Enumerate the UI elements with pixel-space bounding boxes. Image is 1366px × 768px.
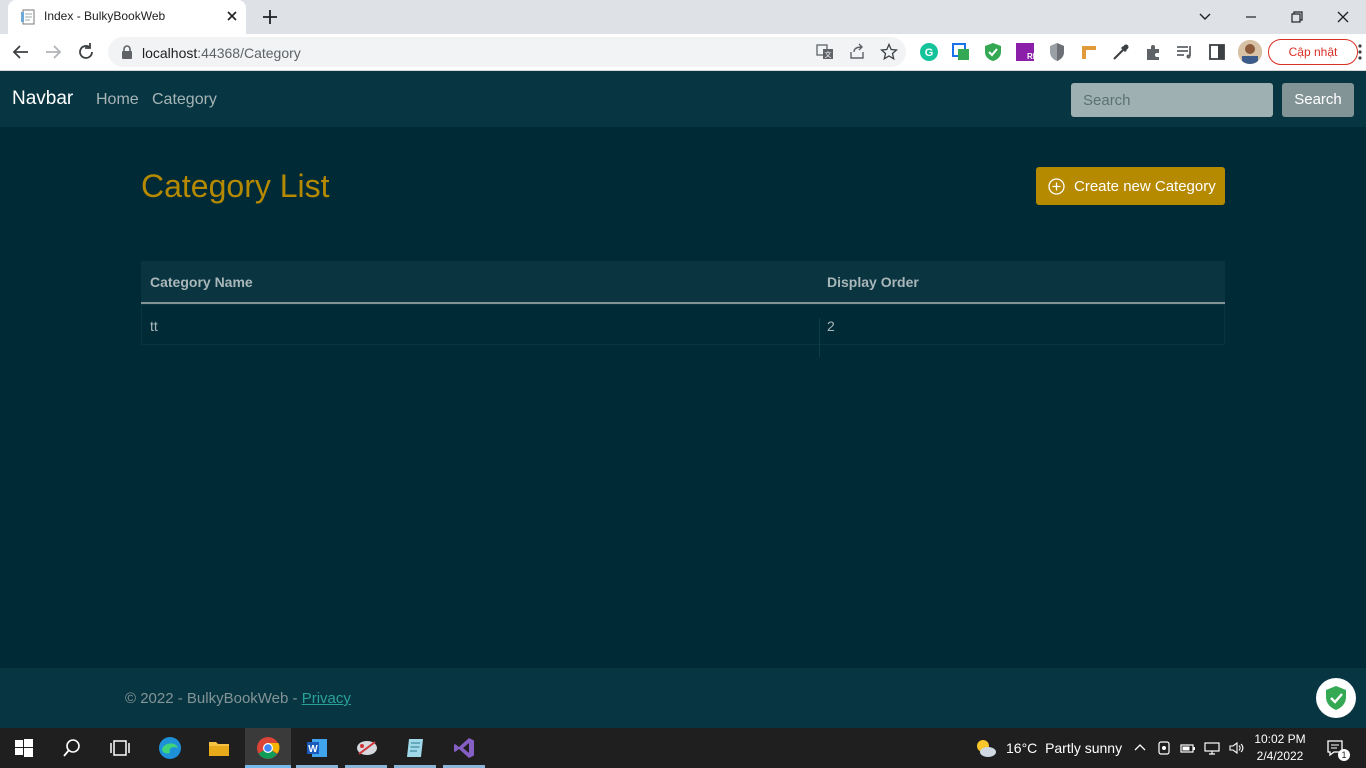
network-icon[interactable]: [1204, 740, 1220, 756]
grammarly-icon[interactable]: G: [919, 42, 939, 62]
svg-text:W: W: [308, 744, 318, 755]
eyedropper-icon[interactable]: [1111, 42, 1131, 62]
table-row: tt 2: [141, 304, 1225, 357]
clock-date: 2/4/2022: [1256, 749, 1304, 763]
weather-condition: Partly sunny: [1045, 740, 1123, 756]
temperature: 16°C: [1006, 740, 1038, 756]
notes-app-icon[interactable]: [403, 736, 427, 760]
url-text[interactable]: localhost:44368/Category: [142, 45, 301, 61]
minimize-icon[interactable]: [1240, 6, 1262, 28]
media-queue-icon[interactable]: [1175, 42, 1195, 62]
tab-title: Index - BulkyBookWeb: [44, 9, 166, 23]
share-icon[interactable]: [848, 43, 866, 61]
browser-toolbar: localhost:44368/Category 文 G RP: [0, 34, 1366, 71]
close-window-icon[interactable]: [1332, 6, 1354, 28]
page-icon: [21, 9, 35, 25]
chevron-up-icon[interactable]: [1132, 740, 1148, 756]
search-icon[interactable]: [60, 736, 84, 760]
create-category-label: Create new Category: [1074, 178, 1216, 195]
new-tab-icon[interactable]: [260, 7, 280, 27]
windows-taskbar: W 16°C Partly sunny 10:02 PM 2/4/2022 1: [0, 728, 1366, 768]
chrome-icon[interactable]: [256, 736, 280, 760]
translate-icon[interactable]: 文: [816, 43, 834, 61]
weather-text[interactable]: 16°C Partly sunny: [1006, 740, 1122, 756]
create-category-button[interactable]: Create new Category: [1036, 167, 1225, 205]
search-input[interactable]: [1071, 83, 1273, 117]
edge-browser-icon[interactable]: [158, 736, 182, 760]
ruler-extension-icon[interactable]: [1079, 42, 1099, 62]
back-icon[interactable]: [10, 41, 32, 63]
extensions-puzzle-icon[interactable]: [1143, 42, 1163, 62]
navbar-brand[interactable]: Navbar: [12, 88, 73, 110]
plus-circle-icon: [1048, 178, 1065, 195]
restore-icon[interactable]: [1286, 6, 1308, 28]
privacy-link[interactable]: Privacy: [302, 690, 351, 707]
site-footer: © 2022 - BulkyBookWeb - Privacy: [0, 668, 1366, 728]
bookmark-star-icon[interactable]: [880, 43, 898, 61]
close-tab-icon[interactable]: [224, 8, 240, 24]
word-icon[interactable]: W: [305, 736, 329, 760]
page-title: Category List: [141, 168, 330, 204]
column-header-category-name: Category Name: [150, 274, 253, 290]
site-navbar: Navbar Home Category Search: [0, 71, 1366, 127]
shield-extension-icon[interactable]: [983, 42, 1003, 62]
table-header: Category Name Display Order: [141, 261, 1225, 302]
weather-partly-sunny-icon[interactable]: [974, 736, 998, 760]
forward-icon[interactable]: [42, 41, 64, 63]
rp-extension-icon[interactable]: RP: [1015, 42, 1035, 62]
visual-studio-icon[interactable]: [452, 736, 476, 760]
profile-avatar[interactable]: [1238, 40, 1262, 64]
browser-tabstrip: Index - BulkyBookWeb: [0, 0, 1366, 34]
svg-text:G: G: [925, 47, 934, 59]
browser-tab-active[interactable]: Index - BulkyBookWeb: [8, 0, 246, 34]
file-explorer-icon[interactable]: [207, 736, 231, 760]
column-header-display-order: Display Order: [827, 274, 919, 290]
windows-start-icon[interactable]: [12, 736, 36, 760]
clock[interactable]: 10:02 PM 2/4/2022: [1248, 731, 1312, 765]
battery-icon[interactable]: [1180, 740, 1196, 756]
copyright-text: © 2022 - BulkyBookWeb -: [125, 690, 302, 707]
reload-icon[interactable]: [75, 41, 97, 63]
side-panel-icon[interactable]: [1207, 42, 1227, 62]
update-button[interactable]: Cập nhật: [1268, 39, 1358, 65]
privacy-shield-icon[interactable]: [1047, 42, 1067, 62]
shield-check-icon: [1326, 686, 1346, 710]
volume-icon[interactable]: [1228, 740, 1244, 756]
tab-search-chevron-icon[interactable]: [1194, 6, 1216, 28]
snipping-tool-icon[interactable]: [355, 736, 379, 760]
lock-icon[interactable]: [120, 45, 134, 59]
cell-category-name: tt: [150, 318, 158, 334]
cell-divider: [819, 318, 820, 357]
extension-screenshot-icon[interactable]: [951, 42, 971, 62]
avatar-icon: [1238, 40, 1262, 64]
notification-count: 1: [1338, 749, 1350, 761]
task-view-icon[interactable]: [108, 736, 132, 760]
footer-text: © 2022 - BulkyBookWeb - Privacy: [125, 690, 351, 707]
nav-link-category[interactable]: Category: [152, 91, 217, 109]
svg-text:文: 文: [825, 50, 832, 59]
svg-text:RP: RP: [1027, 52, 1035, 61]
floating-shield-button[interactable]: [1316, 678, 1356, 718]
address-bar[interactable]: localhost:44368/Category 文: [108, 37, 906, 67]
search-button[interactable]: Search: [1282, 83, 1354, 117]
clock-time: 10:02 PM: [1254, 732, 1306, 746]
more-menu-icon[interactable]: [1356, 42, 1364, 62]
cell-display-order: 2: [827, 318, 835, 334]
meet-now-icon[interactable]: [1156, 740, 1172, 756]
nav-link-home[interactable]: Home: [96, 91, 139, 109]
